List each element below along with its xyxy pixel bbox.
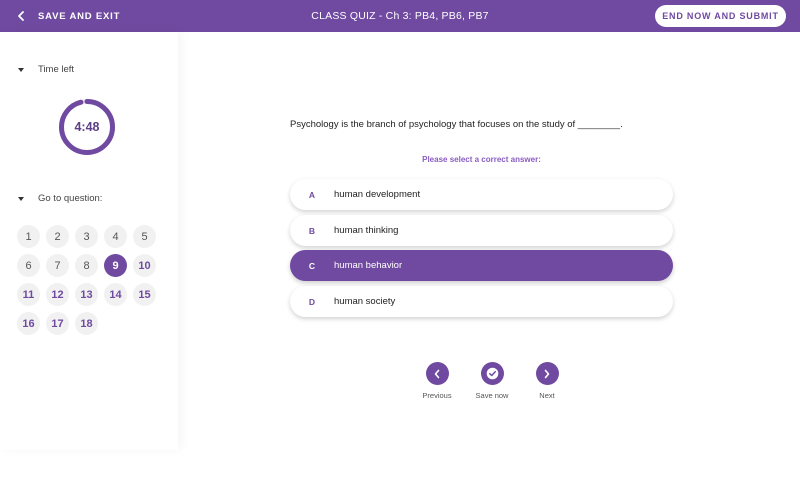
time-left-label: Time left: [38, 64, 75, 75]
end-and-submit-button[interactable]: END NOW AND SUBMIT: [655, 5, 786, 27]
question-number-14[interactable]: 14: [104, 283, 127, 306]
caret-down-icon: [18, 67, 24, 72]
question-number-15[interactable]: 15: [133, 283, 156, 306]
save-now-button[interactable]: Save now: [467, 362, 517, 400]
question-number-12[interactable]: 12: [46, 283, 69, 306]
question-number-6[interactable]: 6: [17, 254, 40, 277]
question-number-10[interactable]: 10: [133, 254, 156, 277]
answer-prompt: Please select a correct answer:: [422, 155, 541, 164]
caret-down-icon: [18, 196, 24, 201]
question-number-7[interactable]: 7: [46, 254, 69, 277]
question-text: Psychology is the branch of psychology t…: [290, 119, 623, 130]
question-number-3[interactable]: 3: [75, 225, 98, 248]
check-circle-icon: [480, 362, 504, 385]
question-number-13[interactable]: 13: [75, 283, 98, 306]
next-button[interactable]: Next: [522, 362, 572, 400]
top-bar: SAVE AND EXIT CLASS QUIZ - Ch 3: PB4, PB…: [0, 0, 800, 32]
option-letter: D: [308, 296, 316, 307]
save-now-label: Save now: [475, 391, 509, 400]
option-letter: C: [308, 260, 316, 271]
go-to-question-label: Go to question:: [38, 193, 103, 204]
option-text: human development: [334, 189, 421, 200]
option-text: human society: [334, 296, 396, 307]
answer-option-a[interactable]: A human development: [290, 179, 673, 210]
question-number-11[interactable]: 11: [17, 283, 40, 306]
question-number-5[interactable]: 5: [133, 225, 156, 248]
countdown-timer: 4:48: [58, 98, 116, 156]
question-number-16[interactable]: 16: [17, 312, 40, 335]
previous-button[interactable]: Previous: [412, 362, 462, 400]
question-number-1[interactable]: 1: [17, 225, 40, 248]
chevron-right-icon: [535, 362, 559, 385]
question-number-17[interactable]: 17: [46, 312, 69, 335]
answer-option-c[interactable]: C human behavior: [290, 250, 673, 281]
question-number-18[interactable]: 18: [75, 312, 98, 335]
sidebar: Time left 4:48 Go to question: 123456789…: [0, 32, 178, 450]
answer-option-d[interactable]: D human society: [290, 286, 673, 317]
next-label: Next: [539, 391, 555, 400]
option-letter: B: [308, 225, 316, 236]
option-text: human thinking: [334, 225, 399, 236]
previous-label: Previous: [422, 391, 452, 400]
question-number-2[interactable]: 2: [46, 225, 69, 248]
option-letter: A: [308, 189, 316, 200]
question-grid: 1 2 3 4 5 6 7 8 9 10 11 12 13 14 15 16 17 18: [17, 225, 167, 335]
question-number-8[interactable]: 8: [75, 254, 98, 277]
question-number-9[interactable]: 9: [104, 254, 127, 277]
time-remaining: 4:48: [74, 120, 100, 134]
answer-option-b[interactable]: B human thinking: [290, 215, 673, 246]
time-left-toggle[interactable]: Time left: [18, 64, 74, 75]
question-number-4[interactable]: 4: [104, 225, 127, 248]
chevron-left-icon: [425, 362, 449, 385]
go-to-question-toggle[interactable]: Go to question:: [18, 193, 102, 204]
option-text: human behavior: [334, 260, 403, 271]
